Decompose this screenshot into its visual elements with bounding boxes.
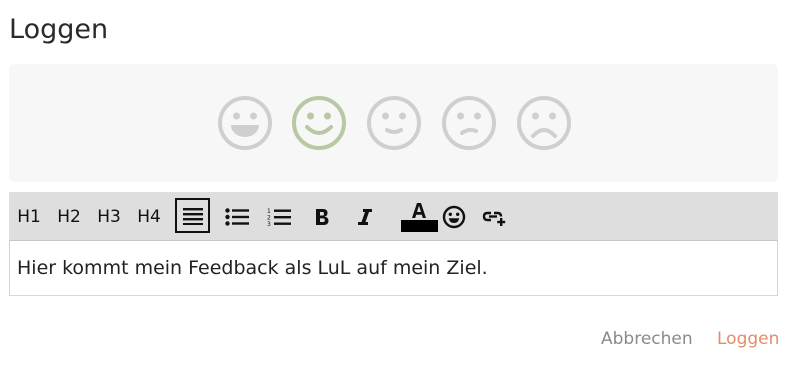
heading-2-button[interactable]: H2 — [55, 202, 83, 232]
align-justify-icon — [182, 207, 203, 225]
insert-link-button[interactable] — [480, 202, 508, 232]
emoji-button[interactable] — [441, 202, 467, 232]
svg-text:3: 3 — [267, 221, 271, 227]
heading-1-button[interactable]: H1 — [15, 202, 43, 232]
text-color-swatch[interactable] — [401, 220, 438, 232]
mood-option-grin[interactable] — [217, 95, 273, 151]
text-color-icon — [412, 202, 426, 218]
slight-smile-face-icon — [367, 96, 421, 150]
emoji-icon — [442, 205, 466, 229]
bold-icon — [316, 209, 329, 225]
mood-option-smile[interactable] — [291, 95, 347, 151]
mood-option-frown[interactable] — [516, 95, 572, 151]
neutral-face-icon — [442, 96, 496, 150]
align-justify-button[interactable] — [175, 198, 210, 233]
italic-icon — [358, 209, 372, 225]
grin-face-icon — [218, 96, 272, 150]
numbered-list-button[interactable]: 1 2 3 — [266, 202, 292, 232]
insert-link-icon — [482, 211, 506, 226]
bold-button[interactable] — [311, 202, 333, 232]
smile-face-icon — [292, 96, 346, 150]
log-button[interactable]: Loggen — [717, 329, 779, 349]
feedback-editor[interactable]: Hier kommt mein Feedback als LuL auf mei… — [9, 241, 778, 296]
bulleted-list-icon — [225, 208, 249, 226]
dialog-title: Loggen — [9, 14, 109, 45]
log-dialog: Loggen H1 H2 H3 H4 1 2 3 Hier kommt mein… — [0, 0, 800, 368]
mood-option-slight-smile[interactable] — [366, 95, 422, 151]
cancel-button[interactable]: Abbrechen — [601, 329, 693, 349]
editor-toolbar: H1 H2 H3 H4 1 2 3 — [9, 192, 778, 241]
heading-3-button[interactable]: H3 — [95, 202, 123, 232]
heading-4-button[interactable]: H4 — [135, 202, 163, 232]
bulleted-list-button[interactable] — [224, 202, 250, 232]
mood-option-neutral[interactable] — [441, 95, 497, 151]
editor-content: Hier kommt mein Feedback als LuL auf mei… — [17, 257, 488, 279]
italic-button[interactable] — [354, 202, 376, 232]
numbered-list-icon: 1 2 3 — [267, 208, 291, 227]
frown-face-icon — [517, 96, 571, 150]
text-color-button[interactable] — [399, 200, 439, 220]
mood-selector — [9, 64, 778, 182]
